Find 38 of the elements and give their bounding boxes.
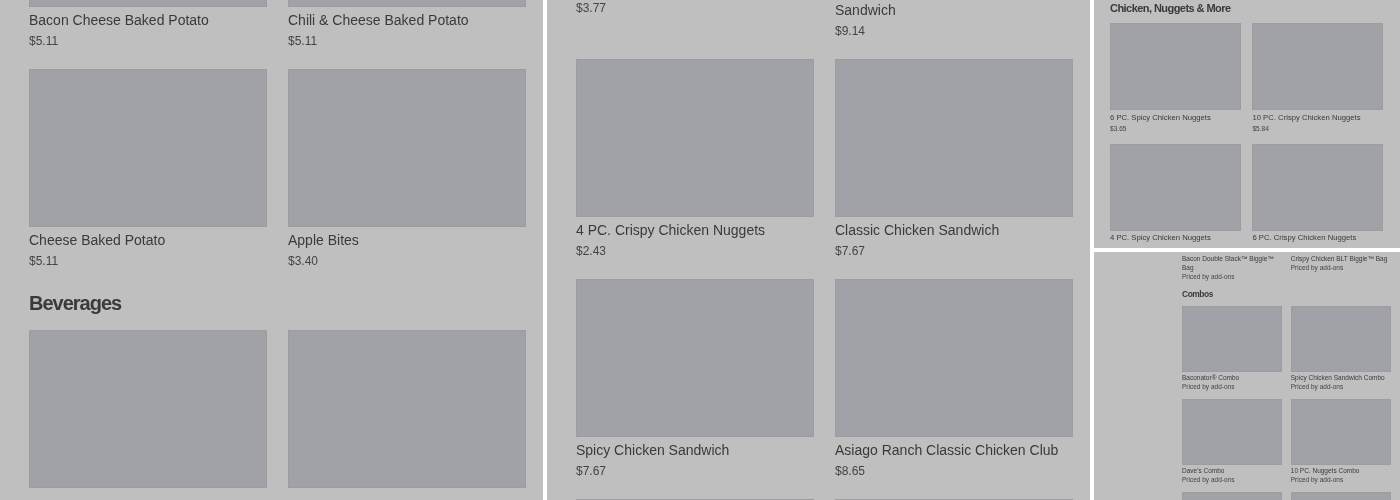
image-placeholder[interactable]	[1252, 23, 1384, 110]
image-placeholder[interactable]	[288, 330, 526, 488]
section-heading: Chicken, Nuggets & More	[1110, 1, 1232, 16]
item-name[interactable]: Bacon Cheese Baked Potato	[29, 10, 267, 30]
item-name[interactable]: Classic Chicken Sandwich	[835, 220, 1073, 240]
item-name[interactable]: 4 PC. Crispy Chicken Nuggets	[576, 220, 814, 240]
item-price: $7.67	[576, 463, 608, 480]
item-name[interactable]: Cheese Baked Potato	[29, 230, 267, 250]
image-placeholder[interactable]	[1252, 143, 1384, 231]
item-name[interactable]: Spicy Chicken Sandwich	[576, 440, 814, 460]
image-placeholder[interactable]	[1290, 398, 1391, 466]
image-placeholder[interactable]	[1182, 398, 1282, 466]
item-name[interactable]: Sandwich	[835, 0, 1073, 20]
item-name[interactable]: Apple Bites	[288, 230, 526, 250]
item-price: $7.67	[835, 243, 867, 260]
section-heading: Combos	[1182, 289, 1214, 301]
item-price: $9.14	[835, 23, 867, 40]
image-placeholder[interactable]	[1110, 143, 1241, 231]
image-placeholder[interactable]	[29, 69, 267, 227]
image-placeholder[interactable]	[288, 69, 526, 227]
image-placeholder[interactable]	[1110, 23, 1241, 110]
item-name[interactable]: Asiago Ranch Classic Chicken Club	[835, 440, 1073, 460]
image-placeholder[interactable]	[1290, 306, 1391, 373]
item-price: $5.11	[29, 33, 60, 50]
item-price: $3.77	[576, 0, 608, 17]
image-placeholder[interactable]	[29, 330, 267, 488]
image-placeholder[interactable]	[835, 279, 1073, 437]
item-price: $8.65	[835, 463, 867, 480]
section-heading: Beverages	[29, 291, 123, 316]
item-price: $5.11	[288, 33, 319, 50]
image-placeholder[interactable]	[1182, 306, 1282, 373]
item-price: $5.11	[29, 253, 60, 270]
item-price: $2.43	[576, 243, 608, 260]
image-placeholder[interactable]	[576, 59, 814, 217]
item-name[interactable]: Chili & Cheese Baked Potato	[288, 10, 526, 30]
item-price: $3.40	[288, 253, 320, 270]
image-placeholder[interactable]	[835, 59, 1073, 217]
image-placeholder[interactable]	[576, 279, 814, 437]
